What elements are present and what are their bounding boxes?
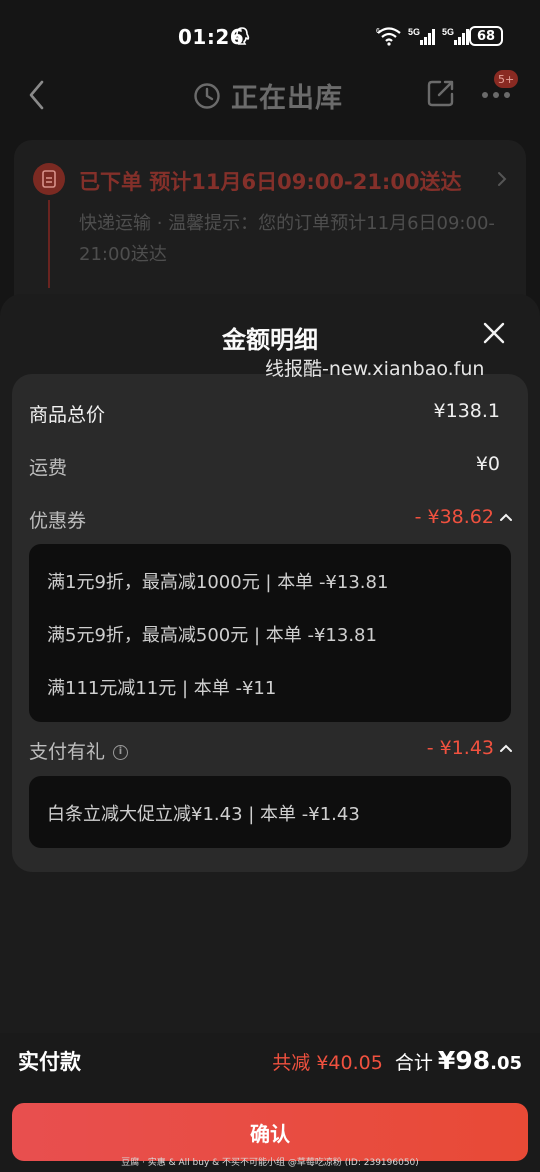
sheet-title: 金额明细	[222, 326, 318, 354]
wifi-icon: 6	[376, 27, 401, 46]
top-nav: 正在出库 5+	[0, 70, 540, 120]
goods-total-value: ¥138.1	[433, 400, 500, 422]
signal-1-label: 5G	[408, 27, 420, 37]
shipping-value: ¥0	[475, 453, 500, 475]
nav-title-group: 正在出库	[193, 76, 343, 115]
timeline-line	[48, 200, 50, 288]
back-icon[interactable]	[26, 78, 48, 112]
close-icon[interactable]	[482, 321, 506, 345]
qq-icon	[234, 27, 250, 45]
pay-gift-detail-box: 白条立减大促立减¥1.43 | 本单 -¥1.43	[29, 776, 511, 848]
status-bar: 01:26 6 5G 5G 68	[0, 0, 540, 70]
share-icon[interactable]	[426, 78, 456, 108]
coupon-item: 满1元9折，最高减1000元 | 本单 -¥13.81	[47, 572, 389, 593]
clock-icon	[194, 82, 220, 109]
system-icons: 6 5G 5G	[376, 25, 470, 47]
order-status-text: 已下单 预计11月6日09:00-21:00送达	[79, 170, 462, 194]
signal-2-label: 5G	[442, 27, 454, 37]
pay-gift-label: 支付有礼	[29, 741, 106, 763]
coupon-toggle[interactable]: - ¥38.62	[415, 506, 512, 528]
chevron-right-icon[interactable]	[496, 170, 508, 188]
pay-gift-label-row: 支付有礼 i	[29, 737, 129, 764]
goods-total-label: 商品总价	[29, 404, 106, 426]
battery-indicator: 68	[469, 26, 503, 46]
total-integer: ¥98	[437, 1046, 491, 1075]
info-icon[interactable]: i	[113, 745, 129, 760]
signal-icon-2: 5G	[442, 27, 469, 45]
more-icon[interactable]	[480, 88, 512, 102]
coupon-item: 满111元减11元 | 本单 -¥11	[47, 678, 277, 699]
notification-badge: 5+	[494, 70, 519, 88]
shipping-label: 运费	[29, 457, 68, 479]
total-label: 合计	[394, 1052, 433, 1074]
coupon-detail-box: 满1元9折，最高减1000元 | 本单 -¥13.81 满5元9折，最高减500…	[29, 544, 511, 722]
actual-pay-label: 实付款	[18, 1050, 81, 1074]
order-description: 快递运输 · 温馨提示：您的订单预计11月6日09:00-21:00送达	[79, 213, 495, 265]
confirm-button[interactable]: 确认	[12, 1103, 528, 1161]
total-amount: 合计 ¥98.05	[395, 1046, 522, 1075]
total-decimal: .05	[490, 1053, 522, 1074]
coupon-value: - ¥38.62	[414, 506, 494, 528]
receipt-icon	[42, 170, 56, 188]
pay-gift-toggle[interactable]: - ¥1.43	[427, 737, 512, 759]
coupon-item: 满5元9折，最高减500元 | 本单 -¥13.81	[47, 625, 377, 646]
chevron-up-icon	[500, 744, 512, 752]
footer-watermark: 豆腐 · 实惠 & All buy & 不买不可能小组 @草莓吃凉粉 (ID: …	[121, 1158, 419, 1168]
coupon-label: 优惠券	[29, 510, 87, 532]
total-discount: 共减 ¥40.05	[272, 1052, 383, 1074]
watermark-text: 线报酷-new.xianbao.fun	[265, 358, 485, 380]
pay-gift-value: - ¥1.43	[426, 737, 494, 759]
page-title: 正在出库	[231, 83, 343, 114]
order-receipt-icon	[33, 163, 65, 195]
wifi-6-label: 6	[376, 28, 380, 35]
chevron-up-icon	[500, 513, 512, 521]
pay-gift-item: 白条立减大促立减¥1.43 | 本单 -¥1.43	[47, 804, 360, 825]
total-summary: 共减 ¥40.05 合计 ¥98.05	[272, 1046, 522, 1075]
signal-icon-1: 5G	[408, 27, 435, 45]
